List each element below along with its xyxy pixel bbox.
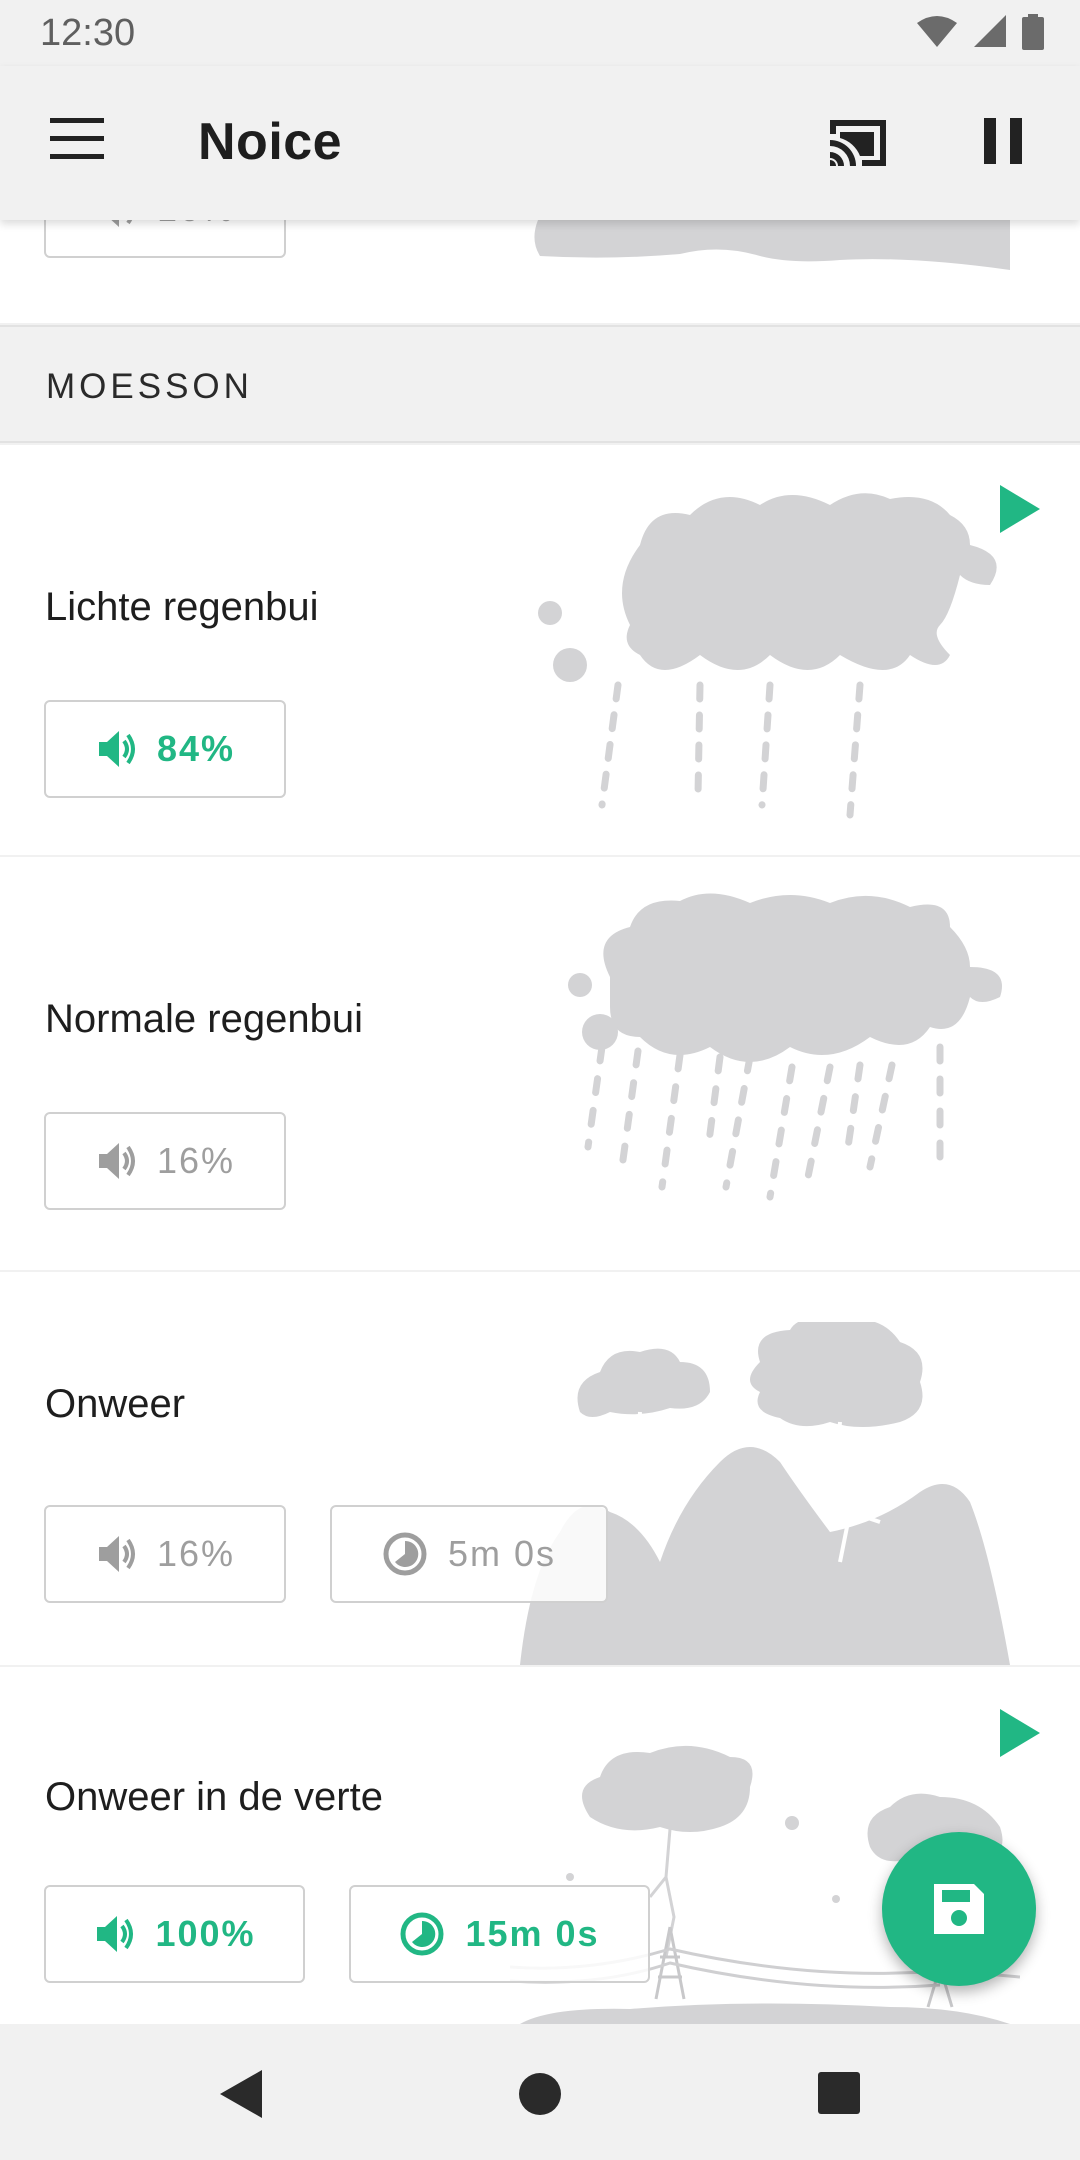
system-nav-bar xyxy=(0,2026,1080,2160)
play-icon[interactable] xyxy=(998,483,1042,535)
sound-card-normale-regenbui[interactable]: Normale regenbui 16% xyxy=(0,857,1080,1270)
menu-icon[interactable] xyxy=(50,118,104,160)
volume-icon xyxy=(98,1143,135,1179)
sound-library-list[interactable]: 16% MOESSON Lichte regenbui 84% xyxy=(0,220,1080,2026)
battery-icon xyxy=(1022,14,1044,50)
save-icon xyxy=(934,1884,984,1934)
volume-button[interactable]: 16% xyxy=(44,1505,286,1603)
sound-name: Onweer in de verte xyxy=(45,1775,383,1819)
timer-button[interactable]: 15m 0s xyxy=(349,1885,650,1983)
sound-name: Onweer xyxy=(45,1382,186,1426)
volume-level: 84% xyxy=(156,728,236,769)
status-bar: 12:30 xyxy=(0,0,1080,66)
volume-icon xyxy=(98,731,135,767)
sound-name: Lichte regenbui xyxy=(45,585,319,629)
thunderstorm-illustration xyxy=(520,1322,1010,1665)
cellular-signal-icon xyxy=(974,15,1006,47)
cast-icon[interactable] xyxy=(826,116,890,170)
home-icon[interactable] xyxy=(514,2068,566,2120)
timer-icon xyxy=(400,1912,444,1956)
sound-card-partial: 16% xyxy=(0,220,1080,323)
volume-button[interactable]: 16% xyxy=(44,220,286,258)
back-icon[interactable] xyxy=(216,2068,268,2120)
section-header: MOESSON xyxy=(0,325,1080,443)
volume-button[interactable]: 84% xyxy=(44,700,286,798)
volume-button[interactable]: 100% xyxy=(44,1885,305,1983)
volume-icon xyxy=(97,1916,134,1952)
app-title: Noice xyxy=(198,113,343,171)
section-title: MOESSON xyxy=(46,367,253,406)
timer-icon xyxy=(383,1532,427,1576)
timer-value: 5m 0s xyxy=(447,1533,557,1574)
normal-rain-illustration xyxy=(568,893,1002,1201)
recents-icon[interactable] xyxy=(814,2068,866,2120)
timer-value: 15m 0s xyxy=(465,1913,600,1954)
wifi-icon xyxy=(917,16,957,47)
volume-icon xyxy=(98,1536,135,1572)
sound-card-onweer[interactable]: Onweer 16% 5m 0s xyxy=(0,1272,1080,1665)
status-time: 12:30 xyxy=(40,12,136,54)
volume-level: 16% xyxy=(157,220,235,230)
volume-button[interactable]: 16% xyxy=(44,1112,286,1210)
volume-level: 16% xyxy=(156,1533,236,1574)
pause-icon[interactable] xyxy=(982,116,1024,166)
sound-name: Normale regenbui xyxy=(45,997,363,1041)
volume-level: 16% xyxy=(156,1140,236,1181)
status-icons xyxy=(916,14,1044,50)
timer-button[interactable]: 5m 0s xyxy=(330,1505,608,1603)
sound-illustration xyxy=(534,220,1010,270)
light-rain-illustration xyxy=(538,493,997,819)
volume-level: 100% xyxy=(155,1913,256,1954)
volume-icon xyxy=(111,220,133,227)
play-icon[interactable] xyxy=(998,1707,1042,1759)
app-bar: Noice xyxy=(0,66,1080,220)
sound-card-lichte-regenbui[interactable]: Lichte regenbui 84% xyxy=(0,445,1080,855)
save-preset-button[interactable] xyxy=(882,1832,1036,1986)
